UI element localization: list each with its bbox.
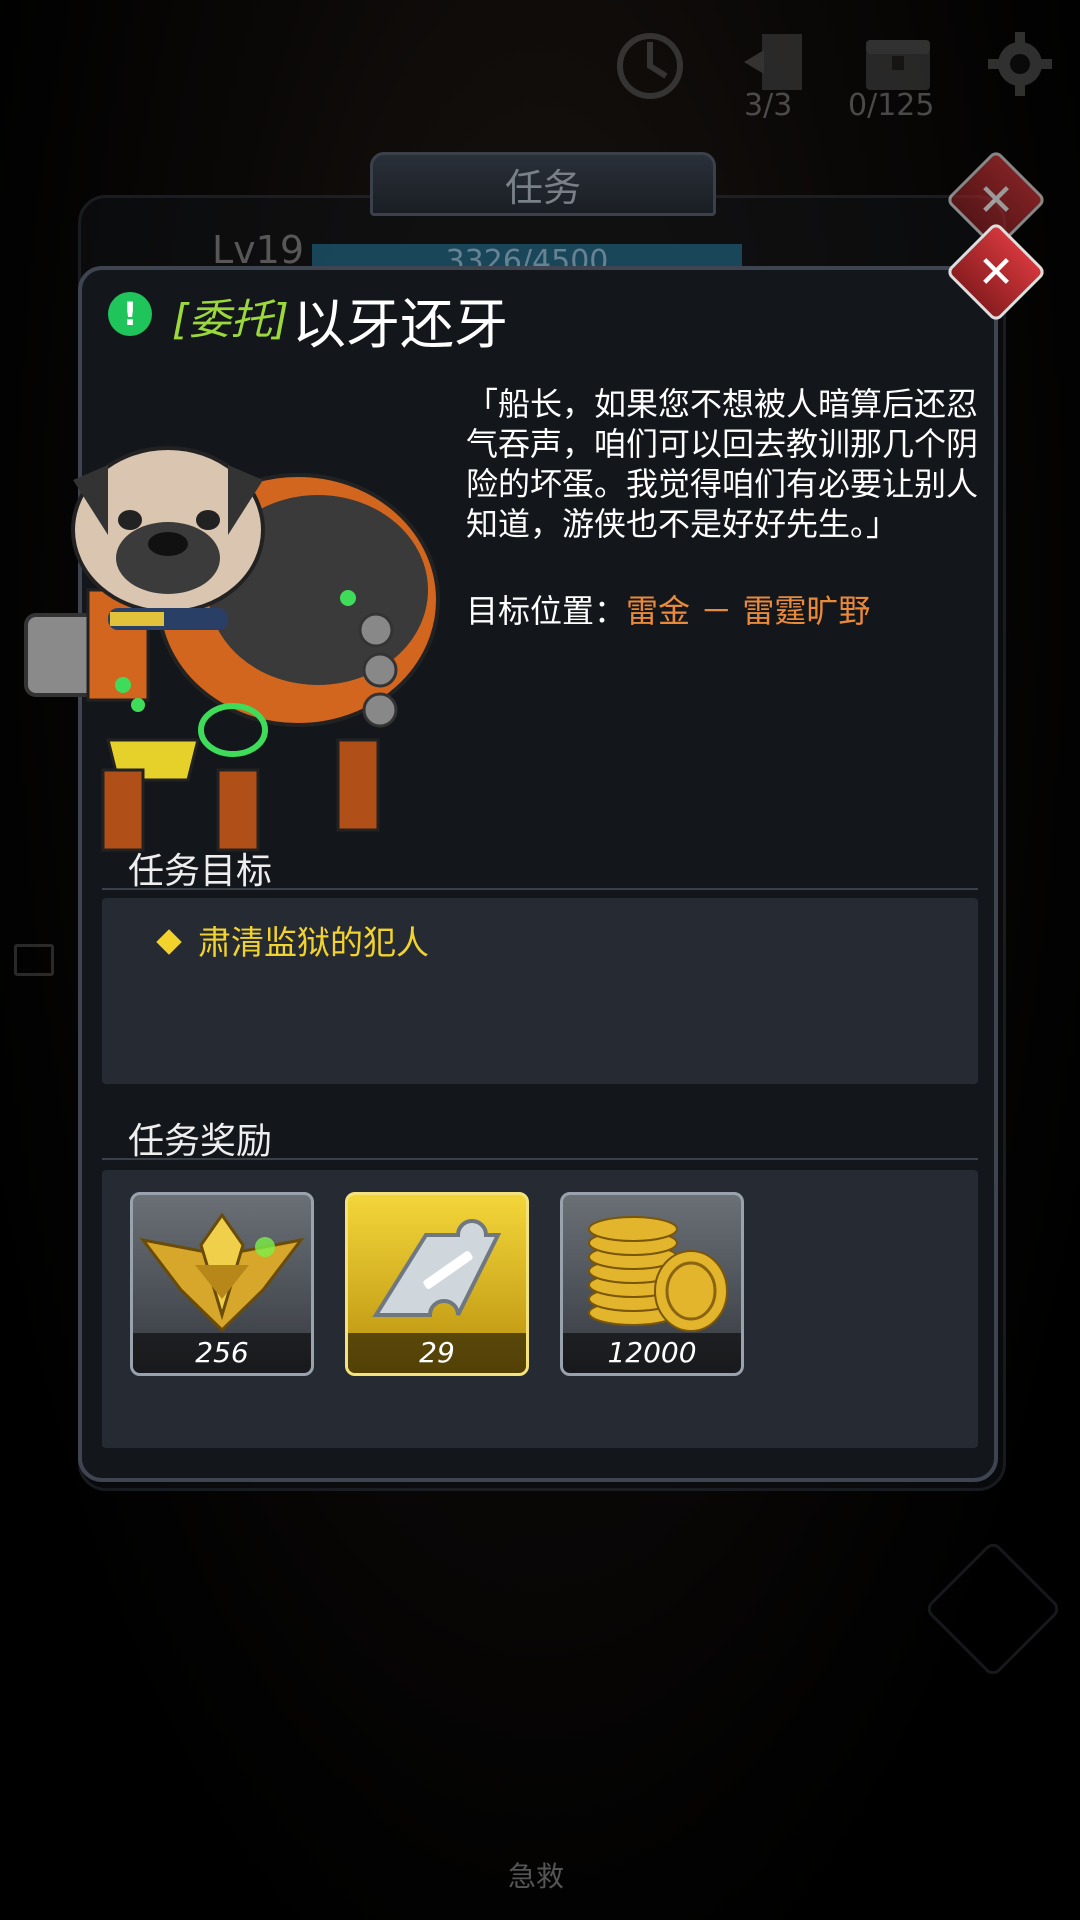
objective-text: 肃清监狱的犯人: [198, 923, 429, 962]
reward-qty: 12000: [563, 1333, 741, 1373]
objective-item: 肃清监狱的犯人: [156, 916, 429, 964]
target-location-line: 目标位置：雷金 － 雷霆旷野: [466, 586, 870, 632]
close-icon: ✕: [977, 246, 1015, 298]
target-location[interactable]: 雷金 － 雷霆旷野: [626, 592, 870, 630]
quest-tab: 任务: [370, 152, 716, 216]
gold-coins-icon: [588, 1216, 728, 1332]
screen: 3/3 0/125 任务 3326/4500 Lv19 ✕ ✕ ! [委托] 以…: [0, 0, 1080, 1920]
rewards-title: 任务奖励: [128, 1121, 273, 1162]
quest-title: 以牙还牙: [292, 293, 508, 356]
quest-alert-icon: !: [108, 292, 152, 336]
chest-icon[interactable]: [862, 34, 934, 94]
target-label: 目标位置：: [466, 592, 627, 630]
first-aid-label[interactable]: 急救: [508, 1855, 564, 1895]
diamond-bullet-icon: [156, 928, 182, 955]
objectives-divider: [102, 888, 978, 890]
objectives-title: 任务目标: [128, 851, 273, 892]
chest-count: 0/125: [848, 88, 935, 123]
quest-tag: [委托]: [172, 295, 289, 344]
reward-item[interactable]: 256: [130, 1192, 314, 1376]
refresh-icon[interactable]: [612, 28, 688, 104]
reward-item[interactable]: 12000: [560, 1192, 744, 1376]
shotgun-puzzle-piece-icon: [372, 1219, 502, 1317]
reward-qty: 29: [348, 1333, 526, 1373]
npc-portrait: [24, 446, 440, 852]
rank-emblem-icon: [139, 1212, 305, 1333]
chat-icon[interactable]: [14, 944, 54, 976]
quest-description: 「船长，如果您不想被人暗算后还忍气吞声，咱们可以回去教训那几个阴险的坏蛋。我觉得…: [466, 385, 979, 543]
quest-list-button[interactable]: [923, 1539, 1063, 1679]
reward-qty: 256: [133, 1333, 311, 1373]
door-icon[interactable]: [740, 30, 810, 94]
door-count: 3/3: [744, 88, 793, 123]
rewards-divider: [102, 1158, 978, 1160]
reward-item[interactable]: 29: [345, 1192, 529, 1376]
gear-icon[interactable]: [986, 30, 1054, 98]
